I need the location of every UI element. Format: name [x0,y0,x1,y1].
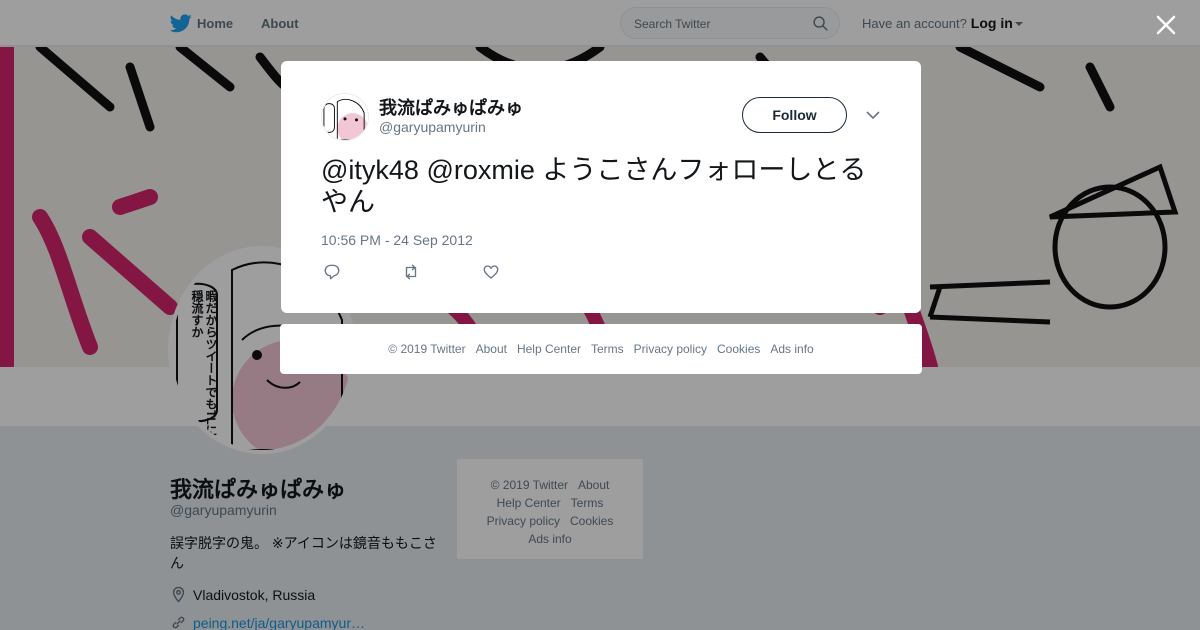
retweet-icon [405,264,417,280]
modal-footer-about[interactable]: About [476,342,507,356]
close-icon[interactable] [1152,11,1180,39]
tweet-text: @ityk48 @roxmie ようこさんフォローしとるやん [321,155,867,217]
modal-footer-links: © 2019 Twitter About Help Center Terms P… [280,324,922,374]
like-button[interactable] [482,263,504,283]
reply-button[interactable] [323,263,345,283]
heart-icon [483,265,499,279]
tweet-modal: 我流ぱみゅぱみゅ @garyupamyurin Follow @ityk48 @… [281,61,921,313]
modal-footer-privacy[interactable]: Privacy policy [634,342,707,356]
modal-footer-cookies[interactable]: Cookies [717,342,760,356]
modal-footer-help[interactable]: Help Center [517,342,581,356]
chevron-down-icon[interactable] [865,109,881,121]
tweet-author-handle[interactable]: @garyupamyurin [379,119,486,135]
tweet-author-name[interactable]: 我流ぱみゅぱみゅ [379,94,523,120]
modal-footer-ads[interactable]: Ads info [770,342,813,356]
modal-footer-copyright: © 2019 Twitter [388,342,466,356]
tweet-timestamp[interactable]: 10:56 PM - 24 Sep 2012 [321,232,473,248]
reply-icon [324,264,340,280]
tweet-author-avatar[interactable] [321,93,369,141]
follow-button[interactable]: Follow [742,97,847,133]
modal-footer-terms[interactable]: Terms [591,342,624,356]
avatar-thumbnail [322,94,368,140]
retweet-button[interactable] [402,263,424,283]
